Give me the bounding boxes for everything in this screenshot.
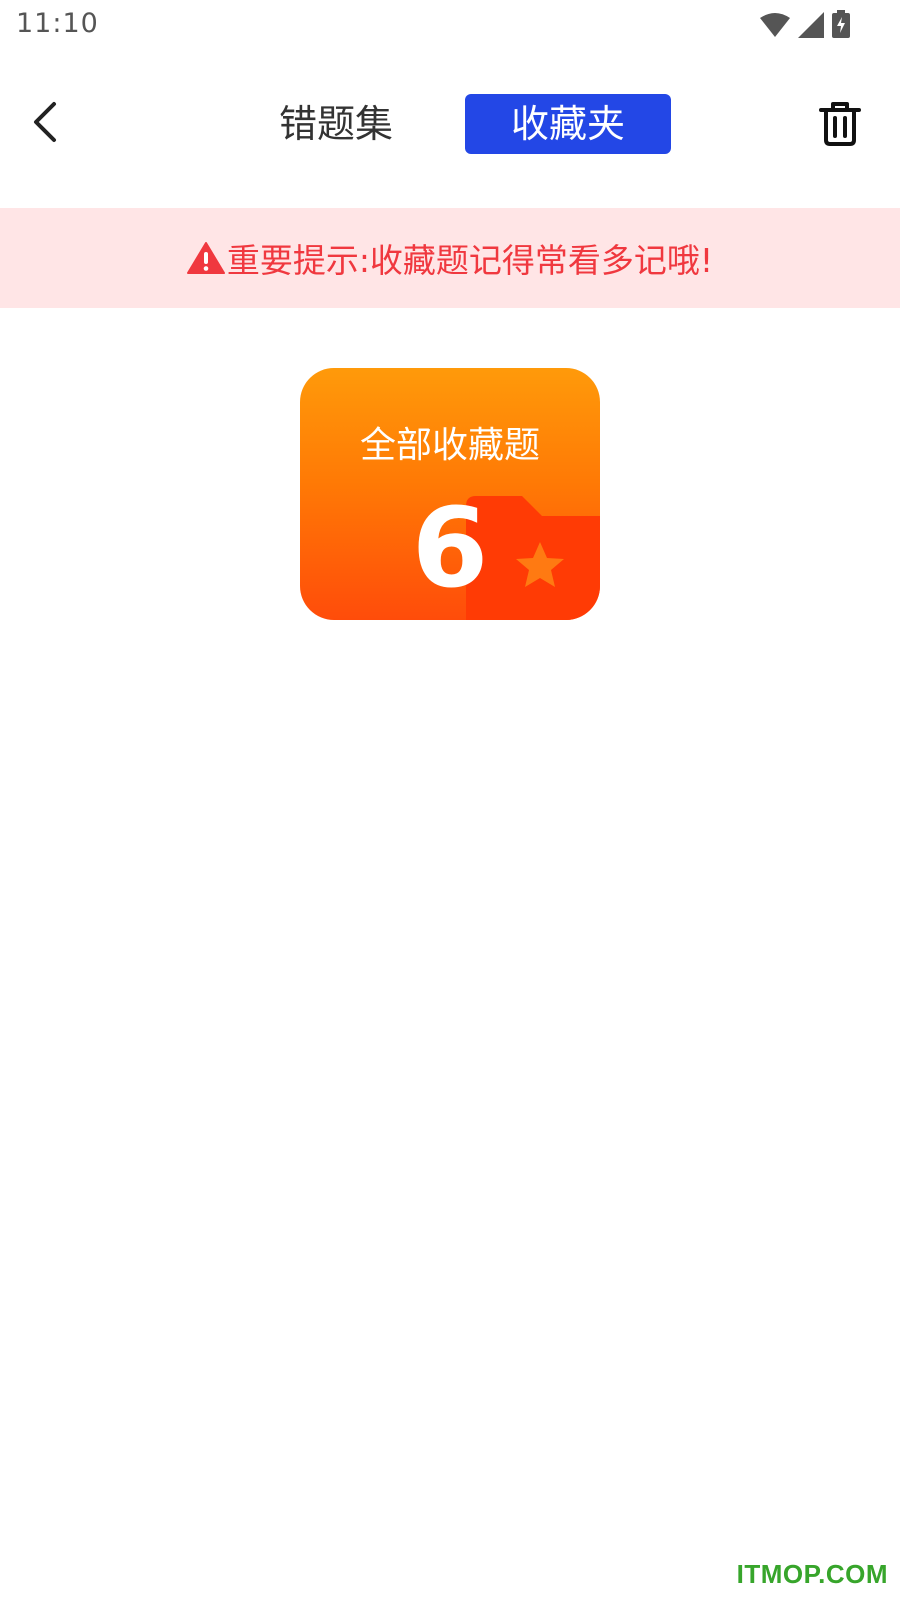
card-title: 全部收藏题 [359,425,540,466]
watermark: ITMOP.COM [736,1559,888,1589]
trash-icon [819,102,861,146]
back-button[interactable] [24,98,68,146]
battery-charging-icon [832,10,850,38]
all-favorites-card[interactable]: 全部收藏题 6 [300,368,600,620]
tab-wrong-questions[interactable]: 错题集 [256,94,416,154]
warning-icon [186,242,225,274]
status-time: 11:10 [16,8,99,39]
tab-favorites[interactable]: 收藏夹 [465,94,671,154]
card-count: 6 [411,484,489,612]
status-bar: 11:10 [0,0,900,50]
status-icons [760,10,850,38]
chevron-left-icon [34,102,56,142]
wifi-icon [760,13,790,37]
delete-button[interactable] [816,100,864,148]
notice-text: 重要提示:收藏题记得常看多记哦! [226,241,714,280]
signal-icon [798,12,824,38]
notice-banner: 重要提示:收藏题记得常看多记哦! [0,208,900,308]
nav-bar: 错题集 收藏夹 [0,86,900,158]
